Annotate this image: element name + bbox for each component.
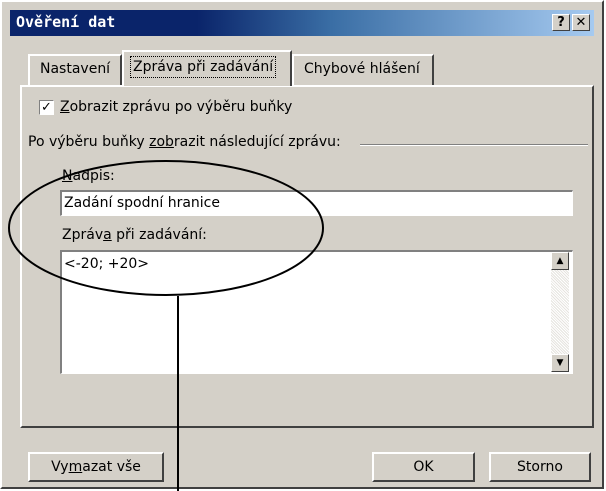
title-label-text: adpis: [72,168,115,184]
tab-input-message-label: Zpráva při zadávání [130,56,277,78]
title-bar[interactable]: Ověření dat ? ✕ [10,10,594,36]
clear-all-pre: Vy [51,459,69,475]
message-textarea-value: <-20; +20> [64,256,150,272]
clear-all-button[interactable]: Vymazat vše [28,452,164,482]
title-field-label: Nadpis: [62,168,115,184]
title-input[interactable]: Zadání spodní hranice [60,190,573,216]
title-input-value: Zadání spodní hranice [64,195,220,211]
show-message-label-text: obrazit zprávu po výběru buňky [69,99,293,115]
tab-error-alert[interactable]: Chybové hlášení [292,54,434,86]
title-label-accel: N [62,168,73,184]
show-message-accel: Z [60,99,70,115]
help-button[interactable]: ? [552,14,570,31]
group-label-post: razit následující zprávu: [173,134,341,150]
show-message-checkbox[interactable]: ✓ [39,100,54,115]
message-label-accel: a [103,227,112,243]
tab-settings[interactable]: Nastavení [28,54,122,86]
tab-input-message[interactable]: Zpráva při zadávání [122,50,292,86]
group-label-accel: zob [149,134,174,150]
clear-all-post: azat vše [82,459,141,475]
arrow-down-icon: ▼ [556,358,564,368]
group-label-pre: Po výběru buňky [28,134,150,150]
window-title: Ověření dat [16,13,116,31]
ok-button[interactable]: OK [372,452,475,482]
scroll-up-button[interactable]: ▲ [551,252,569,270]
message-field-label: Zpráva při zadávání: [62,227,207,243]
close-icon: ✕ [575,15,587,30]
group-separator [360,144,588,146]
data-validation-dialog: Ověření dat ? ✕ Nastavení Zpráva při zad… [0,0,604,489]
message-textarea[interactable]: <-20; +20> [60,250,573,374]
scroll-down-button[interactable]: ▼ [551,354,569,372]
arrow-up-icon: ▲ [556,256,564,266]
close-button[interactable]: ✕ [572,14,590,31]
message-label-pre: Zpráv [62,227,104,243]
checkmark-icon: ✓ [41,100,52,115]
tab-settings-label: Nastavení [40,61,111,77]
tab-error-alert-label: Chybové hlášení [304,61,420,77]
message-label-post: při zadávání: [111,227,207,243]
message-scrollbar[interactable]: ▲ ▼ [551,252,569,372]
show-message-label[interactable]: Zobrazit zprávu po výběru buňky [60,99,292,115]
group-label: Po výběru buňky zobrazit následující zpr… [28,134,341,150]
cancel-button[interactable]: Storno [489,452,591,482]
clear-all-accel: m [68,459,83,475]
